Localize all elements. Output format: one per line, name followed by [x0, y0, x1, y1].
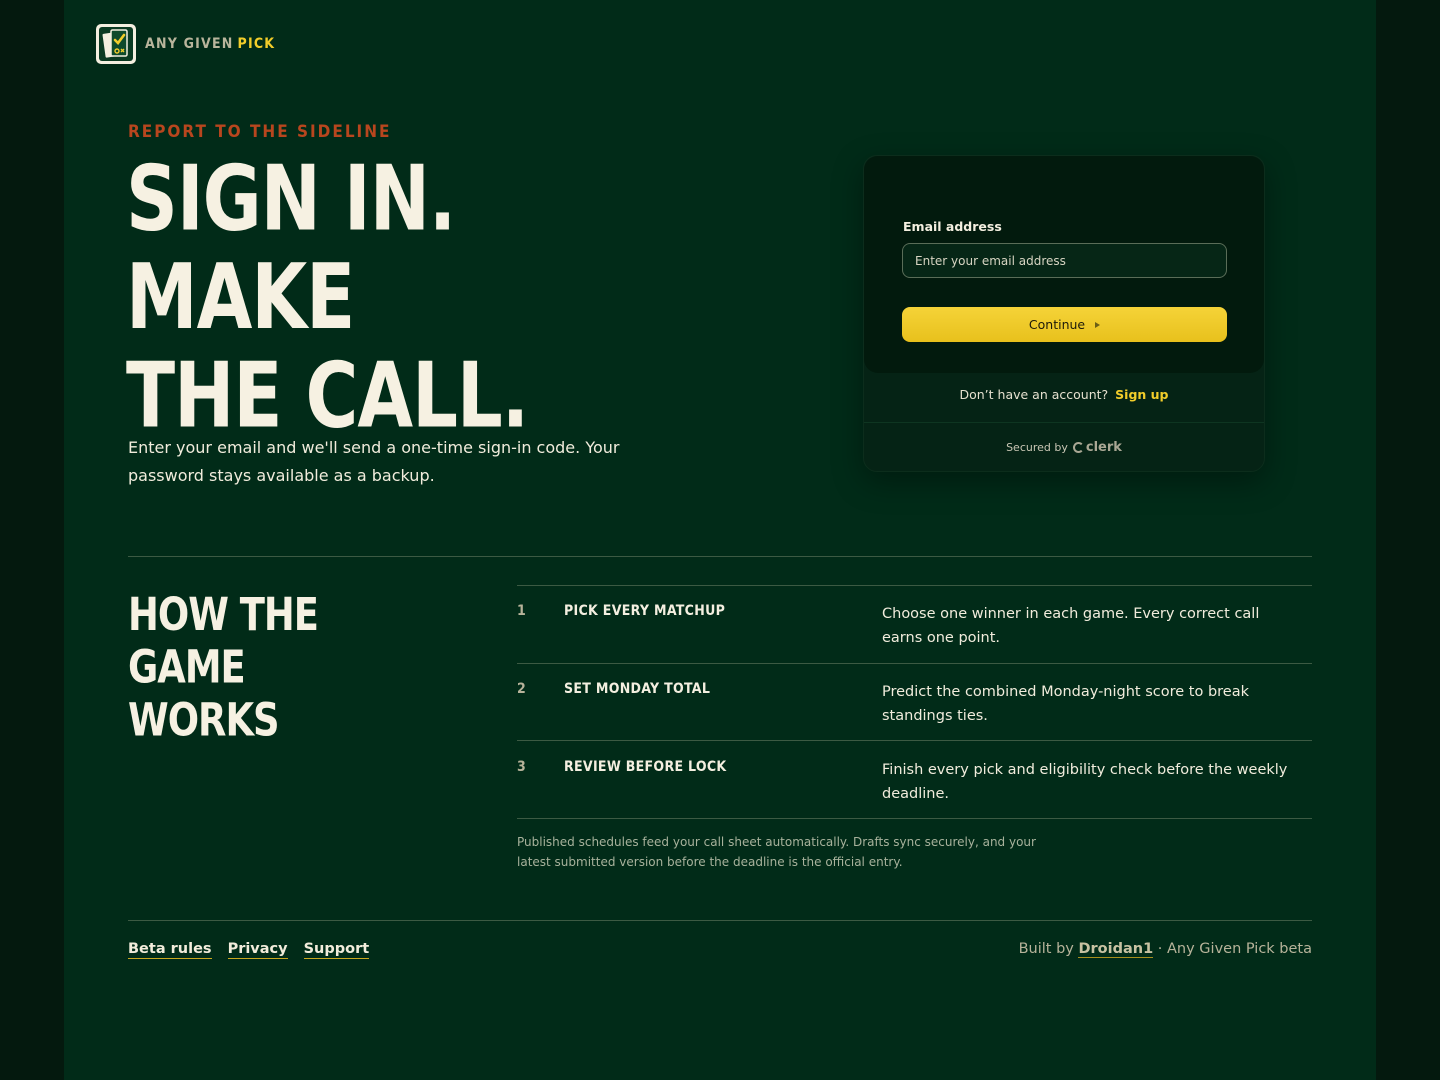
step-divider	[517, 818, 1312, 819]
secured-by: Secured by clerk	[864, 440, 1264, 455]
page-title-line: THE CALL.	[126, 343, 529, 448]
step-item: 2 SET MONDAY TOTAL Predict the combined …	[517, 664, 1312, 742]
how-title-line: HOW THE	[128, 588, 319, 641]
beta-rules-link[interactable]: Beta rules	[128, 941, 212, 959]
step-title: SET MONDAY TOTAL	[564, 681, 711, 697]
secured-by-label: Secured by	[1006, 441, 1068, 454]
footer-credits: Built by Droidan1 · Any Given Pick beta	[1018, 941, 1312, 958]
no-account-text: Don’t have an account?	[959, 387, 1109, 402]
continue-button[interactable]: Continue	[902, 307, 1227, 342]
section-divider	[128, 556, 1312, 557]
page-title-line: MAKE	[126, 245, 355, 350]
step-item: 3 REVIEW BEFORE LOCK Finish every pick a…	[517, 742, 1312, 820]
email-label: Email address	[903, 219, 1002, 234]
step-title: PICK EVERY MATCHUP	[564, 603, 726, 619]
step-number: 1	[517, 603, 526, 619]
continue-label: Continue	[1028, 317, 1086, 332]
footer-divider	[128, 920, 1312, 921]
clerk-wordmark: clerk	[1085, 440, 1122, 455]
schedule-footnote: Published schedules feed your call sheet…	[517, 835, 1036, 869]
signin-card: Email address Continue Don’t have an acc…	[863, 155, 1265, 472]
play-icon	[1095, 321, 1101, 328]
step-number: 3	[517, 759, 526, 775]
brand-logo[interactable]: ANY GIVEN PICK	[96, 24, 275, 64]
email-field[interactable]	[902, 243, 1227, 278]
clipboard-check-icon	[96, 24, 136, 64]
step-number: 2	[517, 681, 526, 697]
brand-name: ANY GIVEN PICK	[145, 36, 275, 52]
card-divider	[864, 422, 1264, 423]
how-title-line: GAME	[128, 640, 246, 694]
credits-suffix: · Any Given Pick beta	[1157, 941, 1312, 957]
signup-prompt: Don’t have an account? Sign up	[864, 387, 1264, 402]
step-item: 1 PICK EVERY MATCHUP Choose one winner i…	[517, 586, 1312, 664]
page-title: SIGN IN. MAKE THE CALL.	[126, 146, 529, 448]
built-by-label: Built by	[1018, 941, 1074, 957]
step-description: Choose one winner in each game. Every co…	[882, 606, 1260, 646]
sign-up-link[interactable]: Sign up	[1115, 387, 1168, 402]
step-description: Finish every pick and eligibility check …	[882, 762, 1288, 802]
step-description: Predict the combined Monday-night score …	[882, 684, 1249, 724]
page-title-line: SIGN IN.	[126, 146, 456, 251]
signin-form: Email address Continue	[864, 156, 1264, 373]
clerk-logo[interactable]: clerk	[1072, 440, 1122, 455]
privacy-link[interactable]: Privacy	[227, 941, 288, 959]
hero-description: Enter your email and we'll send a one-ti…	[128, 438, 620, 485]
support-link[interactable]: Support	[303, 941, 370, 959]
hero-eyebrow: REPORT TO THE SIDELINE	[128, 122, 392, 142]
how-it-works-title: HOW THE GAME WORKS	[128, 588, 319, 747]
how-title-line: WORKS	[128, 693, 280, 747]
step-title: REVIEW BEFORE LOCK	[564, 759, 727, 775]
author-link[interactable]: Droidan1	[1078, 941, 1154, 958]
clerk-icon	[1072, 442, 1084, 453]
brand-name-accent: PICK	[237, 36, 276, 52]
step-divider	[517, 740, 1312, 741]
brand-name-main: ANY GIVEN	[145, 36, 234, 52]
footer-nav: Beta rules Privacy Support	[128, 941, 370, 959]
